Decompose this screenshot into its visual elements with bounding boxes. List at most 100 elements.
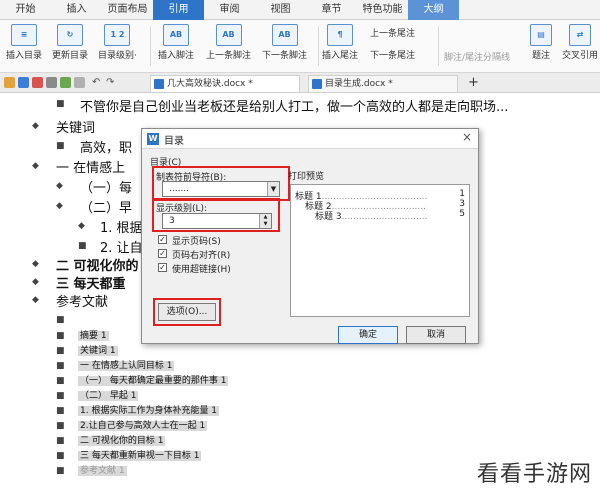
toc-entry[interactable]: 一 在情感上认同目标 1 (78, 361, 175, 371)
bullet-icon: ■ (56, 451, 65, 461)
prev-footnote-button[interactable]: AB 上一条脚注 (206, 24, 251, 61)
tab-page-layout[interactable]: 页面布局 (102, 0, 153, 20)
tab-references[interactable]: 引用 (153, 0, 204, 20)
toc-level-label: 目录级别· (98, 51, 137, 61)
subheading-4: 2. 让自 (100, 241, 143, 256)
preview-level-2-page: 3 (459, 199, 465, 209)
ribbon-tab-bar: 开始 插入 页面布局 引用 审阅 视图 章节 特色功能 大纲 (0, 0, 600, 20)
doc-tab-1[interactable]: 几大高效秘诀.docx * (150, 75, 300, 92)
preview-level-3-page: 5 (459, 209, 465, 219)
toc-level-button[interactable]: 1 2 目录级别· (98, 24, 137, 61)
toc-entry[interactable]: 二 可视化你的目标 1 (78, 436, 166, 446)
bullet-icon: ■ (56, 421, 65, 431)
toc-entry[interactable]: 1. 根据实际工作为身体补充能量 1 (78, 406, 220, 416)
caption-button[interactable]: ▤ 题注 (530, 24, 552, 61)
wps-writer-icon: W (147, 133, 159, 145)
bullet-icon: ◆ (32, 295, 39, 305)
toc-entry[interactable]: 2.让自己参与高效人士在一起 1 (78, 421, 208, 431)
toc-entry[interactable]: （一） 每天都确定最重要的那件事 1 (78, 376, 229, 386)
preview-level-3-text: 标题 3 (315, 212, 342, 222)
tab-section[interactable]: 章节 (306, 0, 357, 20)
heading-two: 二 可视化你的 (56, 259, 139, 274)
heading-references: 参考文献 (56, 295, 109, 310)
tab-review[interactable]: 审阅 (204, 0, 255, 20)
open-folder-icon[interactable] (4, 77, 15, 88)
toc-entry[interactable]: 摘要 1 (78, 331, 109, 341)
toc-entry[interactable]: （二） 早起 1 (78, 391, 139, 401)
tab-home[interactable]: 开始 (0, 0, 51, 20)
site-watermark: 看看手游网 (476, 462, 592, 487)
highlight-levels (152, 198, 280, 232)
next-footnote-label: 下一条脚注 (262, 51, 308, 61)
next-footnote-button[interactable]: AB 下一条脚注 (262, 24, 307, 61)
doc-tab-2[interactable]: 目录生成.docx * (308, 75, 458, 92)
toc-entry[interactable]: 关键词 1 (78, 346, 118, 356)
dialog-title-bar[interactable]: W 目录 × (142, 129, 478, 149)
preview-level-3: 标题 3.............................. 5 (315, 209, 465, 222)
right-align-label: 页码右对齐(R) (172, 251, 231, 261)
keywords-body: 高效，职 (80, 141, 133, 156)
bullet-icon: ■ (56, 315, 65, 325)
doc-line-intro: 不管你是自己创业当老板还是给别人打工，做一个高效的人都是走向职场... (80, 100, 509, 115)
bullet-icon: ■ (78, 241, 87, 251)
toc-entry[interactable]: 参考文献 1 (78, 466, 127, 476)
footnote-separator-button[interactable]: 脚注/尾注分隔线 (444, 50, 510, 63)
insert-toc-label: 插入目录 (6, 51, 43, 61)
redo-icon[interactable]: ↷ (106, 77, 117, 88)
cross-reference-icon: ⇄ (569, 24, 591, 46)
insert-endnote-button[interactable]: ¶ 插入尾注 (322, 24, 358, 61)
insert-footnote-button[interactable]: AB 插入脚注 (158, 24, 194, 61)
refresh-icon: ↻ (57, 24, 83, 46)
toc-dialog: W 目录 × 目录(C) 制表符前导符(B): ....... ▼ 显示级别(L… (141, 128, 479, 344)
export-pdf-icon[interactable] (32, 77, 43, 88)
next-endnote-button[interactable]: 下一条尾注 (370, 48, 415, 61)
bullet-icon: ■ (56, 141, 65, 151)
show-page-numbers-checkbox[interactable]: ✓ (158, 235, 167, 244)
tab-features[interactable]: 特色功能 (357, 0, 408, 20)
preview-level-1-page: 1 (459, 189, 465, 199)
bullet-icon: ◆ (32, 121, 39, 131)
insert-toc-button[interactable]: ≡ 插入目录 (6, 24, 42, 61)
doc-tab-2-label: 目录生成.docx * (325, 79, 393, 89)
highlight-leader (152, 166, 290, 201)
toc-entry[interactable]: 三 每天都重新审视一下目标 1 (78, 451, 202, 461)
highlight-options (153, 298, 221, 326)
document-tab-bar: ↶ ↷ 几大高效秘诀.docx * 目录生成.docx * + (0, 73, 600, 93)
ok-button[interactable]: 确定 (338, 326, 398, 344)
bullet-icon: ■ (56, 406, 65, 416)
right-align-checkbox[interactable]: ✓ (158, 249, 167, 258)
bullet-icon: ■ (56, 99, 65, 109)
prev-endnote-button[interactable]: 上一条尾注 (370, 26, 415, 39)
insert-endnote-label: 插入尾注 (322, 51, 359, 61)
bullet-icon: ■ (56, 466, 65, 476)
preview-icon[interactable] (60, 77, 71, 88)
tab-outline[interactable]: 大纲 (408, 0, 459, 20)
next-footnote-icon: AB (271, 24, 298, 46)
bullet-icon: ■ (56, 346, 65, 356)
ribbon-toolbar: ≡ 插入目录 ↻ 更新目录 1 2 目录级别· AB 插入脚注 AB 上一条脚注… (0, 20, 600, 73)
undo-icon[interactable]: ↶ (92, 77, 103, 88)
toc-icon: ≡ (11, 24, 37, 46)
tab-insert[interactable]: 插入 (51, 0, 102, 20)
dialog-title: 目录 (164, 136, 184, 147)
print-preview-pane: 标题 1....................................… (290, 184, 470, 317)
print-icon[interactable] (46, 77, 57, 88)
toc-level-icon: 1 2 (104, 24, 131, 46)
insert-footnote-label: 插入脚注 (158, 51, 195, 61)
use-hyperlinks-checkbox[interactable]: ✓ (158, 263, 167, 272)
close-icon[interactable]: × (462, 130, 472, 144)
show-page-numbers-label: 显示页码(S) (172, 237, 221, 247)
cross-reference-button[interactable]: ⇄ 交叉引用 (562, 24, 598, 61)
ribbon-divider (438, 26, 439, 66)
tab-view[interactable]: 视图 (255, 0, 306, 20)
save-icon[interactable] (18, 77, 29, 88)
doc-tab-1-label: 几大高效秘诀.docx * (167, 79, 253, 89)
document-icon (154, 79, 164, 89)
ribbon-divider (318, 26, 319, 66)
caption-label: 题注 (531, 51, 550, 61)
cancel-button[interactable]: 取消 (406, 326, 466, 344)
format-painter-icon[interactable] (74, 77, 85, 88)
update-toc-button[interactable]: ↻ 更新目录 (52, 24, 88, 61)
new-tab-button[interactable]: + (468, 75, 479, 90)
heading-three: 三 每天都重 (56, 277, 126, 292)
